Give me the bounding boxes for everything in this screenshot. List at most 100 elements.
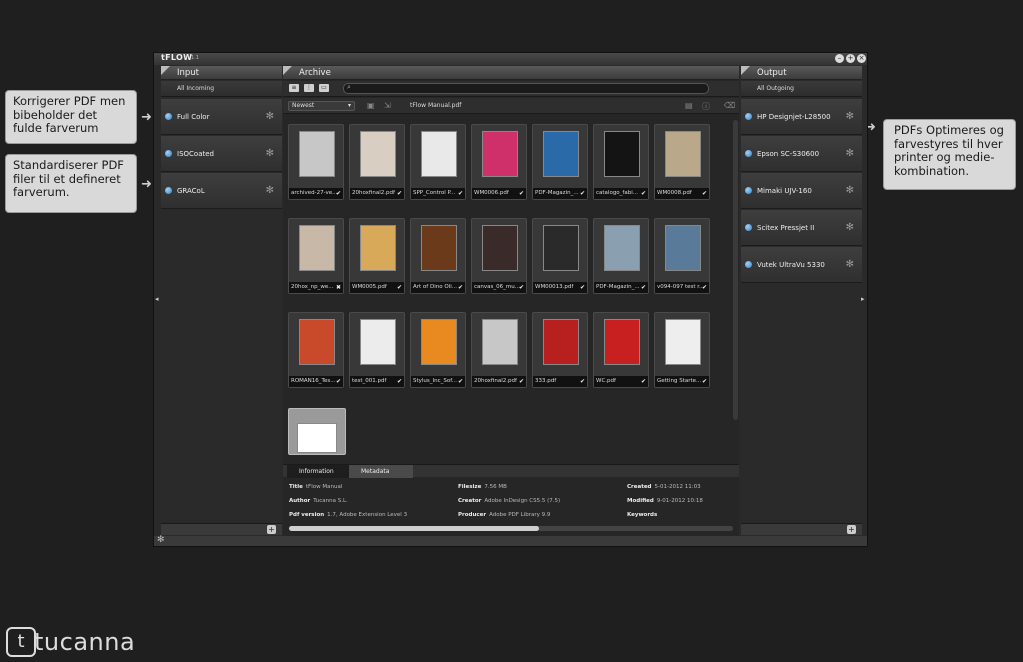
input-item-isocoated[interactable]: ISOCoated ✻: [161, 136, 282, 172]
output-item[interactable]: HP Designjet-L28500 ✻: [741, 99, 862, 135]
settings-gear-icon[interactable]: ✻: [157, 535, 165, 545]
check-icon: ✔: [396, 284, 402, 291]
input-footer: +: [161, 523, 282, 535]
status-bar: ✻: [154, 535, 867, 546]
thumbnail-caption: Stylus_Inc_Sof...: [411, 376, 465, 387]
check-icon: ✔: [457, 284, 463, 291]
sort-dropdown[interactable]: Newest ▾: [288, 101, 355, 111]
thumbnail-caption: PDF-Magazin_...: [594, 282, 648, 293]
gear-icon[interactable]: ✻: [846, 136, 854, 172]
output-footer: +: [741, 523, 862, 535]
thumbnail-caption: canvas_06_mu...: [472, 282, 526, 293]
thumbnail[interactable]: test_001.pdf ✔: [349, 312, 405, 388]
input-item-gracol[interactable]: GRACoL ✻: [161, 173, 282, 209]
output-item-label: Scitex Pressjet II: [757, 224, 815, 232]
tab-information[interactable]: Information: [287, 465, 349, 478]
thumbnail-cover: [297, 423, 337, 453]
list-view-icon[interactable]: ≡: [289, 84, 299, 92]
grid-scrollbar[interactable]: [733, 120, 738, 420]
info-modified: Modified 9-01-2012 10:18: [627, 498, 703, 504]
thumbnail-caption: Art of Dino Oli...: [411, 282, 465, 293]
thumbnail[interactable]: WM0008.pdf ✔: [654, 124, 710, 200]
thumbnail-caption: WM0006.pdf: [472, 188, 526, 199]
gear-icon[interactable]: ✻: [846, 173, 854, 209]
callout-full-color: Korrigerer PDF men bibeholder det fulde …: [5, 90, 137, 144]
thumbnail[interactable]: WC.pdf ✔: [593, 312, 649, 388]
view-toolbar: ≡ ⋮ ▭ ⌕: [283, 81, 739, 97]
thumbnail[interactable]: 333.pdf ✔: [532, 312, 588, 388]
gear-icon[interactable]: ✻: [266, 99, 274, 135]
close-icon[interactable]: ×: [857, 54, 866, 63]
info-label: Keywords: [627, 512, 658, 518]
gear-icon[interactable]: ✻: [846, 99, 854, 135]
info-icon[interactable]: ⓘ: [702, 101, 710, 112]
input-item-label: ISOCoated: [177, 150, 214, 158]
output-item-label: HP Designjet-L28500: [757, 113, 831, 121]
output-item[interactable]: Mimaki UJV-160 ✻: [741, 173, 862, 209]
status-dot-icon: [745, 150, 752, 157]
grid-view-icon[interactable]: ⋮: [304, 84, 314, 92]
thumbnail[interactable]: Art of Dino Oli... ✔: [410, 218, 466, 294]
thumbnail-selected[interactable]: [288, 408, 346, 455]
thumbnail[interactable]: PDF-Magazin_... ✔: [593, 218, 649, 294]
thumbnail[interactable]: archived-27-ve... ✔: [288, 124, 344, 200]
gear-icon[interactable]: ✻: [266, 173, 274, 209]
status-dot-icon: [745, 261, 752, 268]
gear-icon[interactable]: ✻: [846, 247, 854, 283]
thumbnail-caption: test_001.pdf: [350, 376, 404, 387]
gear-icon[interactable]: ✻: [266, 136, 274, 172]
thumbnail[interactable]: 20hoxfinal2.pdf ✔: [471, 312, 527, 388]
thumbnail-cover: [482, 225, 518, 271]
thumbnail[interactable]: catalogo_fabi... ✔: [593, 124, 649, 200]
status-dot-icon: [165, 113, 172, 120]
input-item-full-color[interactable]: Full Color ✻: [161, 99, 282, 135]
input-all-incoming[interactable]: All Incoming: [161, 81, 282, 97]
info-scrollbar[interactable]: [289, 526, 733, 531]
thumbnail[interactable]: WM0006.pdf ✔: [471, 124, 527, 200]
add-input-button[interactable]: +: [267, 525, 276, 534]
check-icon: ✔: [396, 378, 402, 385]
minimize-icon[interactable]: –: [835, 54, 844, 63]
add-output-button[interactable]: +: [847, 525, 856, 534]
info-value: Adobe PDF Library 9.9: [489, 512, 551, 518]
move-icon[interactable]: ⇲: [384, 101, 391, 110]
document-icon[interactable]: ▤: [685, 101, 693, 110]
thumbnail[interactable]: SPP_Control P... ✔: [410, 124, 466, 200]
check-icon: ✔: [701, 284, 707, 291]
folder-icon[interactable]: ▣: [367, 101, 375, 110]
thumbnail[interactable]: WM0005.pdf ✔: [349, 218, 405, 294]
thumbnail-cover: [360, 225, 396, 271]
info-scroll-thumb[interactable]: [289, 526, 539, 531]
thumbnail[interactable]: Stylus_Inc_Sof... ✔: [410, 312, 466, 388]
maximize-icon[interactable]: +: [846, 54, 855, 63]
thumbnail[interactable]: canvas_06_mu... ✔: [471, 218, 527, 294]
thumbnail[interactable]: v094-097 test r... ✔: [654, 218, 710, 294]
cover-view-icon[interactable]: ▭: [319, 84, 329, 92]
check-icon: ✔: [518, 190, 524, 197]
output-item[interactable]: Epson SC-S30600 ✻: [741, 136, 862, 172]
thumbnail[interactable]: 20hoxfinal2.pdf ✔: [349, 124, 405, 200]
tab-metadata[interactable]: Metadata: [349, 465, 413, 478]
thumbnail[interactable]: PDF-Magazin_... ✔: [532, 124, 588, 200]
output-item[interactable]: Scitex Pressjet II ✻: [741, 210, 862, 246]
gear-icon[interactable]: ✻: [846, 210, 854, 246]
info-value: 5-01-2012 11:03: [654, 484, 701, 490]
output-item-label: Epson SC-S30600: [757, 150, 820, 158]
info-title: Title tFlow Manual: [289, 484, 342, 490]
thumbnail-cover: [360, 319, 396, 365]
search-input[interactable]: ⌕: [343, 83, 709, 94]
trash-icon[interactable]: ⌫: [724, 101, 735, 110]
thumbnail[interactable]: Getting Starte... ✔: [654, 312, 710, 388]
thumbnail[interactable]: WM00013.pdf ✔: [532, 218, 588, 294]
thumbnail[interactable]: ROMAN16_Tes... ✔: [288, 312, 344, 388]
output-item[interactable]: Vutek UltraVu 5330 ✻: [741, 247, 862, 283]
collapse-left-icon[interactable]: ◂: [155, 295, 159, 303]
collapse-right-icon[interactable]: ▸: [861, 295, 865, 303]
thumbnail-caption: 20hoxfinal2.pdf: [350, 188, 404, 199]
status-dot-icon: [745, 187, 752, 194]
thumbnail[interactable]: 20hox_np_we... ✖: [288, 218, 344, 294]
check-icon: ✔: [579, 190, 585, 197]
output-all-outgoing[interactable]: All Outgoing: [741, 81, 862, 97]
output-item-label: Mimaki UJV-160: [757, 187, 812, 195]
info-label: Author: [289, 498, 311, 504]
